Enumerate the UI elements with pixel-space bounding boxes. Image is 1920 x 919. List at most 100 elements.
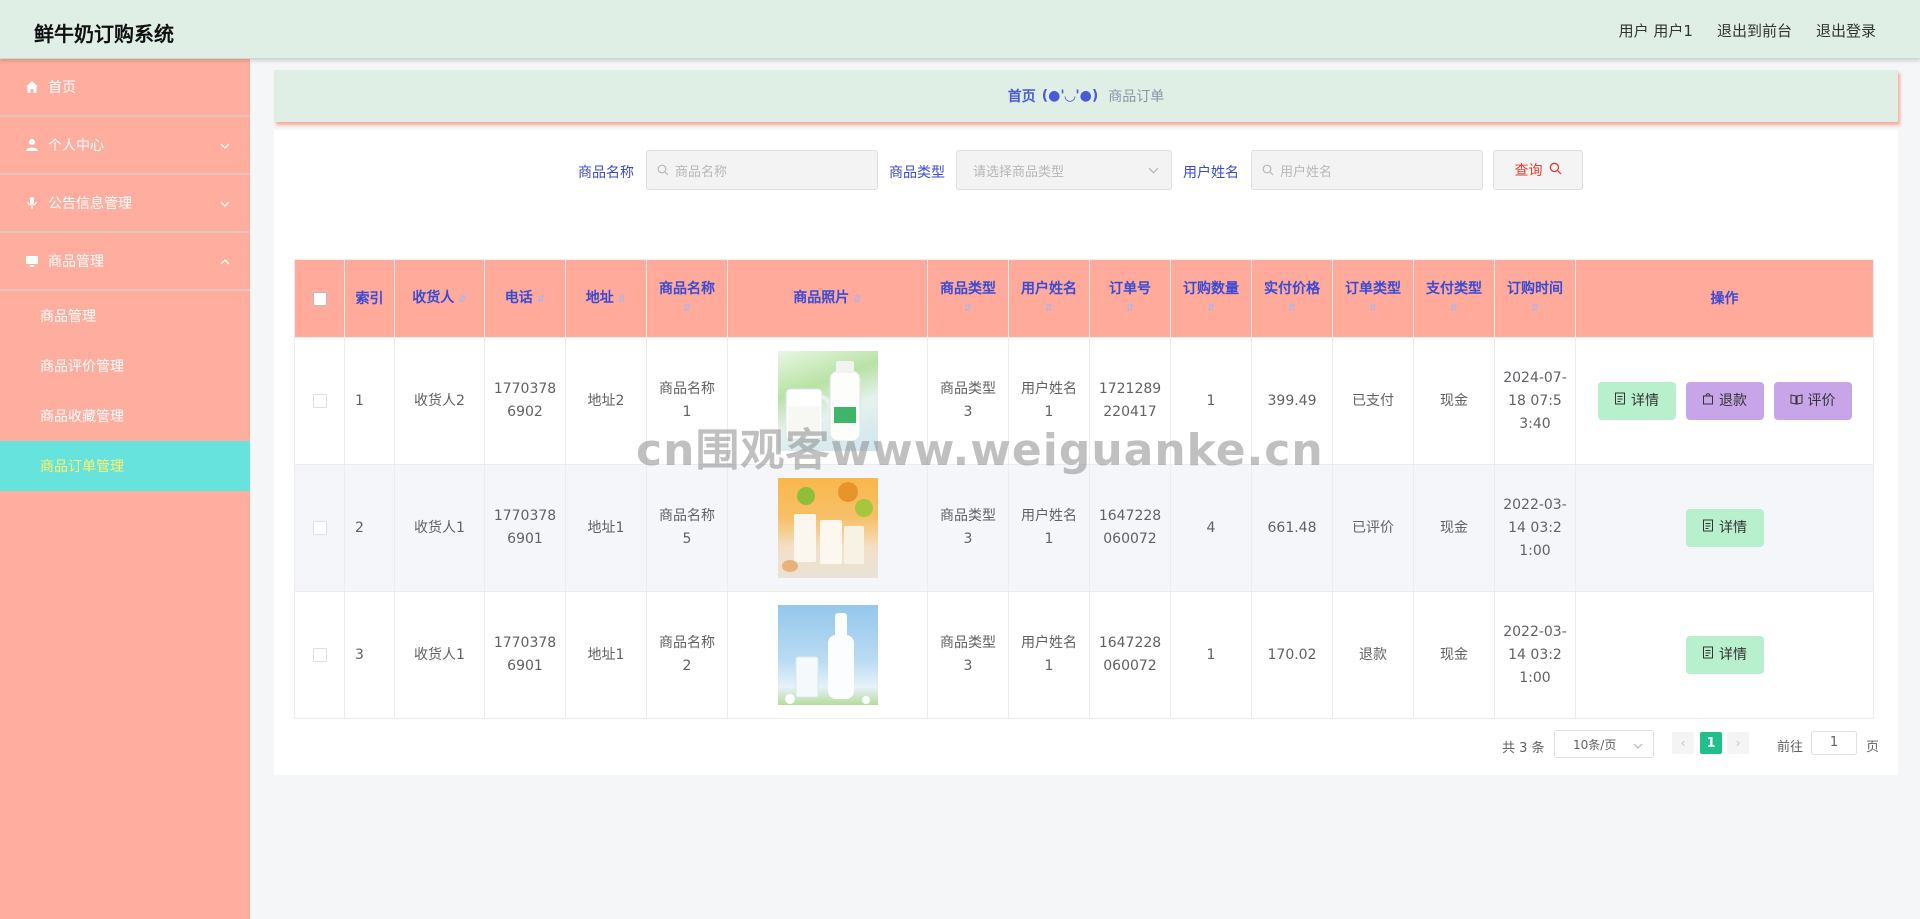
column-header-product-type[interactable]: 商品类型 ⇵: [927, 259, 1009, 338]
sort-icon[interactable]: ⇵: [1090, 299, 1170, 319]
cell-user-name: 用户姓名1: [1008, 337, 1090, 465]
sidebar-subitem-product-reviews[interactable]: 商品评价管理: [0, 341, 250, 391]
pagination-total: 共 3 条: [1502, 741, 1545, 756]
exit-to-front-link[interactable]: 退出到前台: [1717, 20, 1792, 41]
next-page-button[interactable]: ›: [1727, 732, 1749, 754]
query-button[interactable]: 查询: [1493, 150, 1583, 190]
cell-actions: 详情 退款 评价: [1575, 337, 1874, 465]
cell-product-name: 商品名称2: [646, 591, 728, 719]
main-content: 商品名称 商品名称 商品类型 请选择商品类型 用户姓名 用户姓名 查询 索引 收…: [274, 130, 1898, 775]
sort-icon[interactable]: ⇵: [1495, 299, 1575, 319]
select-all-checkbox[interactable]: [312, 291, 327, 306]
document-icon: [1702, 644, 1714, 667]
refund-button[interactable]: 退款: [1685, 382, 1764, 420]
column-header-address[interactable]: 地址 ⇵: [565, 259, 647, 338]
column-header-receiver[interactable]: 收货人 ⇵: [394, 259, 485, 338]
column-header-actions: 操作: [1575, 259, 1874, 338]
goto-label: 前往: [1777, 740, 1804, 755]
microphone-icon: [24, 195, 40, 211]
cell-product-name: 商品名称1: [646, 337, 728, 465]
cell-quantity: 1: [1170, 591, 1252, 719]
select-all-cell: [294, 259, 345, 338]
column-header-order-time[interactable]: 订购时间 ⇵: [1494, 259, 1576, 338]
sort-icon[interactable]: ⇵: [1009, 299, 1089, 319]
column-header-order-no[interactable]: 订单号 ⇵: [1089, 259, 1171, 338]
page-size-select[interactable]: 10条/页: [1554, 730, 1654, 758]
cell-order-type: 已支付: [1332, 337, 1414, 465]
table-row: 3 收货人1 17703786901 地址1 商品名称2 商品类型3 用户姓名1…: [294, 591, 1874, 719]
detail-button[interactable]: 详情: [1597, 382, 1676, 420]
product-type-select[interactable]: 请选择商品类型: [956, 150, 1172, 190]
home-icon: [24, 79, 40, 95]
cell-address: 地址1: [565, 591, 647, 719]
sidebar-item-label: 公告信息管理: [48, 196, 132, 212]
prev-page-button[interactable]: ‹: [1672, 732, 1694, 754]
column-header-user-name[interactable]: 用户姓名 ⇵: [1008, 259, 1090, 338]
document-icon: [1614, 390, 1626, 413]
sort-icon[interactable]: ⇵: [647, 299, 727, 319]
sort-icon[interactable]: ⇵: [618, 290, 626, 310]
cell-quantity: 4: [1170, 464, 1252, 592]
column-header-quantity[interactable]: 订购数量 ⇵: [1170, 259, 1252, 338]
table-row: 2 收货人1 17703786901 地址1 商品名称5 商品类型3 用户姓名1…: [294, 464, 1874, 592]
chevron-up-icon: [220, 255, 230, 265]
sort-icon[interactable]: ⇵: [1333, 299, 1413, 319]
cell-receiver: 收货人2: [394, 337, 485, 465]
sidebar-item-announcements[interactable]: 公告信息管理: [0, 175, 250, 233]
column-header-product-photo[interactable]: 商品照片 ⇵: [727, 259, 928, 338]
product-type-placeholder: 请选择商品类型: [973, 164, 1065, 180]
product-name-input[interactable]: 商品名称: [646, 150, 878, 190]
product-photo[interactable]: [777, 605, 878, 705]
cell-order-type: 已评价: [1332, 464, 1414, 592]
breadcrumb-separator: (●'◡'●): [1041, 88, 1099, 104]
row-checkbox[interactable]: [312, 393, 327, 408]
chevron-right-icon: ›: [1735, 736, 1741, 750]
row-checkbox[interactable]: [312, 520, 327, 535]
column-header-index: 索引: [344, 259, 395, 338]
sort-icon[interactable]: ⇵: [537, 290, 545, 310]
cell-price: 399.49: [1251, 337, 1333, 465]
table-header-row: 索引 收货人 ⇵ 电话 ⇵ 地址 ⇵ 商品名称 ⇵ 商品照片 ⇵ 商品类型 ⇵ 用户姓名 ⇵ …: [294, 259, 1874, 338]
cell-order-no: 1721289220417: [1089, 337, 1171, 465]
product-photo[interactable]: [777, 351, 878, 451]
review-button[interactable]: 评价: [1773, 382, 1852, 420]
logout-link[interactable]: 退出登录: [1816, 20, 1876, 41]
cell-phone: 17703786901: [484, 464, 566, 592]
sidebar-item-label: 商品管理: [48, 254, 104, 270]
shopping-bag-icon: [1702, 390, 1714, 413]
cell-price: 170.02: [1251, 591, 1333, 719]
sidebar-item-home[interactable]: 首页: [0, 59, 250, 117]
sidebar-subitem-product-orders[interactable]: 商品订单管理: [0, 441, 250, 491]
sort-icon[interactable]: ⇵: [1171, 299, 1251, 319]
cell-address: 地址1: [565, 464, 647, 592]
row-checkbox[interactable]: [312, 647, 327, 662]
column-header-price[interactable]: 实付价格 ⇵: [1251, 259, 1333, 338]
sort-icon[interactable]: ⇵: [928, 299, 1008, 319]
cell-product-type: 商品类型3: [927, 591, 1009, 719]
product-photo[interactable]: [777, 478, 878, 578]
breadcrumb-home-link[interactable]: 首页: [1008, 86, 1036, 106]
sidebar-item-personal-center[interactable]: 个人中心: [0, 117, 250, 175]
sort-icon[interactable]: ⇵: [1414, 299, 1494, 319]
column-header-order-type[interactable]: 订单类型 ⇵: [1332, 259, 1414, 338]
sort-icon[interactable]: ⇵: [458, 290, 466, 310]
detail-button[interactable]: 详情: [1685, 636, 1764, 674]
sort-icon[interactable]: ⇵: [1252, 299, 1332, 319]
search-icon: [1549, 162, 1562, 179]
cell-order-time: 2024-07-18 07:53:40: [1494, 337, 1576, 465]
goto-page-input[interactable]: 1: [1811, 731, 1857, 755]
column-header-phone[interactable]: 电话 ⇵: [484, 259, 566, 338]
sort-icon[interactable]: ⇵: [853, 290, 861, 310]
cell-index: 3: [344, 591, 395, 719]
column-header-product-name[interactable]: 商品名称 ⇵: [646, 259, 728, 338]
sidebar-item-product-management[interactable]: 商品管理: [0, 233, 250, 291]
user-name-input[interactable]: 用户姓名: [1251, 150, 1483, 190]
query-button-label: 查询: [1514, 163, 1543, 179]
detail-button[interactable]: 详情: [1685, 509, 1764, 547]
page-number-current[interactable]: 1: [1700, 732, 1722, 754]
sidebar-subitem-products[interactable]: 商品管理: [0, 291, 250, 341]
sidebar-subitem-product-favorites[interactable]: 商品收藏管理: [0, 391, 250, 441]
user-name-placeholder: 用户姓名: [1280, 164, 1333, 180]
cell-product-photo: [727, 591, 928, 719]
column-header-pay-type[interactable]: 支付类型 ⇵: [1413, 259, 1495, 338]
